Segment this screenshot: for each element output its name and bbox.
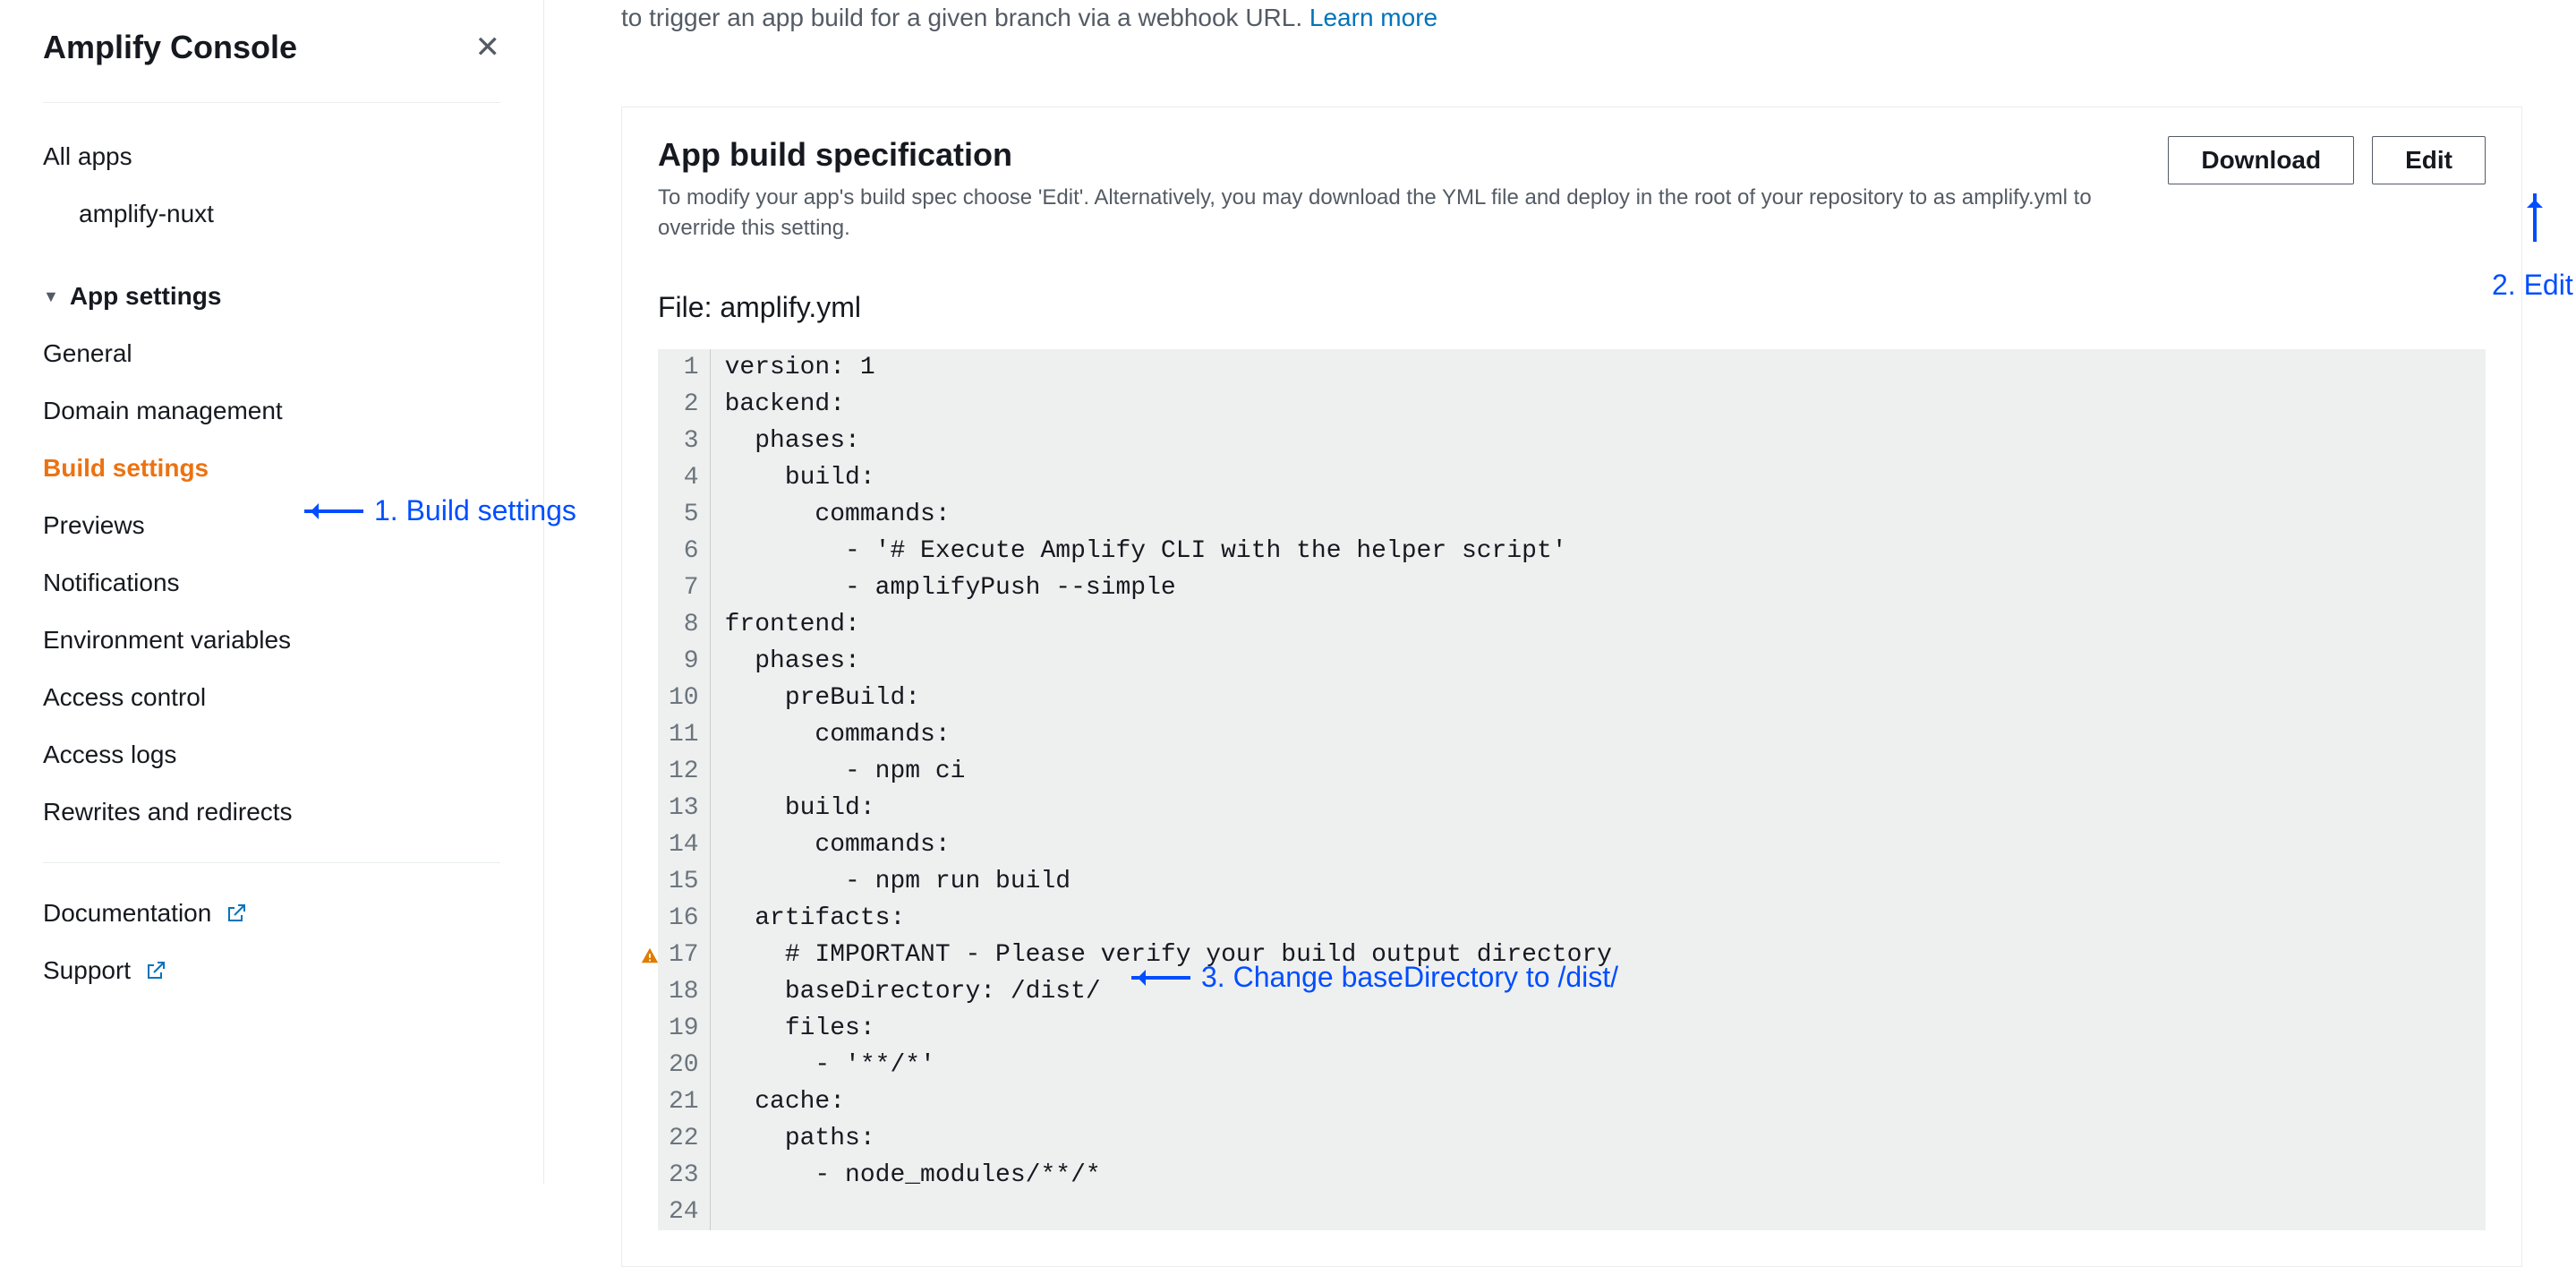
nav-all-apps[interactable]: All apps	[43, 128, 500, 185]
sidebar-item-rewrites-and-redirects[interactable]: Rewrites and redirects	[43, 783, 500, 841]
gutter-line: 20	[669, 1047, 699, 1083]
sidebar-item-domain-management[interactable]: Domain management	[43, 382, 500, 440]
external-link-icon	[226, 903, 247, 924]
warning-icon	[640, 946, 660, 965]
gutter-line: 1	[669, 349, 699, 386]
panel-title: App build specification	[658, 136, 2132, 174]
gutter-line: 19	[669, 1010, 699, 1047]
external-link-icon	[145, 960, 166, 981]
gutter-line: 12	[669, 753, 699, 790]
gutter-line: 8	[669, 606, 699, 643]
banner-text: to trigger an app build for a given bran…	[621, 4, 1309, 31]
build-spec-panel: App build specification To modify your a…	[621, 107, 2522, 1267]
section-label: App settings	[70, 268, 222, 325]
sidebar-item-notifications[interactable]: Notifications	[43, 554, 500, 612]
gutter-line: 3	[669, 423, 699, 459]
gutter-line: 2	[669, 386, 699, 423]
edit-button[interactable]: Edit	[2372, 136, 2486, 184]
download-button[interactable]: Download	[2168, 136, 2354, 184]
sidebar-item-previews[interactable]: Previews	[43, 497, 500, 554]
gutter-line: 17	[669, 937, 699, 973]
sidebar-item-general[interactable]: General	[43, 325, 500, 382]
gutter-line: 14	[669, 826, 699, 863]
sidebar-title: Amplify Console	[43, 29, 297, 66]
panel-description: To modify your app's build spec choose '…	[658, 183, 2132, 243]
arrow-up-icon	[2533, 193, 2537, 242]
main-content: to trigger an app build for a given bran…	[544, 0, 2576, 1184]
sidebar-item-environment-variables[interactable]: Environment variables	[43, 612, 500, 669]
code-body: version: 1 backend: phases: build: comma…	[711, 349, 1626, 1230]
code-editor[interactable]: 123456789101112131415161718192021222324 …	[658, 349, 2486, 1230]
gutter-line: 10	[669, 680, 699, 716]
gutter-line: 18	[669, 973, 699, 1010]
close-icon[interactable]: ✕	[475, 32, 501, 63]
gutter-line: 21	[669, 1083, 699, 1120]
gutter-line: 22	[669, 1120, 699, 1157]
gutter-line: 11	[669, 716, 699, 753]
code-gutter: 123456789101112131415161718192021222324	[658, 349, 711, 1230]
gutter-line: 15	[669, 863, 699, 900]
gutter-line: 23	[669, 1157, 699, 1194]
link-support[interactable]: Support	[43, 942, 500, 999]
file-label: File: amplify.yml	[622, 268, 2521, 349]
section-toggle-app-settings[interactable]: ▼ App settings	[43, 268, 500, 325]
gutter-line: 13	[669, 790, 699, 826]
nav-app-name[interactable]: amplify-nuxt	[43, 185, 500, 243]
gutter-line: 6	[669, 533, 699, 569]
sidebar: Amplify Console ✕ All apps amplify-nuxt …	[0, 0, 544, 1184]
sidebar-item-build-settings[interactable]: Build settings	[43, 440, 500, 497]
gutter-line: 24	[669, 1194, 699, 1230]
banner-learn-more-link[interactable]: Learn more	[1309, 4, 1437, 31]
caret-down-icon: ▼	[43, 268, 59, 325]
link-documentation[interactable]: Documentation	[43, 885, 500, 942]
link-documentation-label: Documentation	[43, 885, 211, 942]
gutter-line: 9	[669, 643, 699, 680]
link-support-label: Support	[43, 942, 131, 999]
sidebar-item-access-control[interactable]: Access control	[43, 669, 500, 726]
gutter-line: 4	[669, 459, 699, 496]
divider	[43, 862, 500, 863]
sidebar-item-access-logs[interactable]: Access logs	[43, 726, 500, 783]
gutter-line: 7	[669, 569, 699, 606]
gutter-line: 16	[669, 900, 699, 937]
gutter-line: 5	[669, 496, 699, 533]
banner-fragment: to trigger an app build for a given bran…	[621, 0, 2576, 35]
